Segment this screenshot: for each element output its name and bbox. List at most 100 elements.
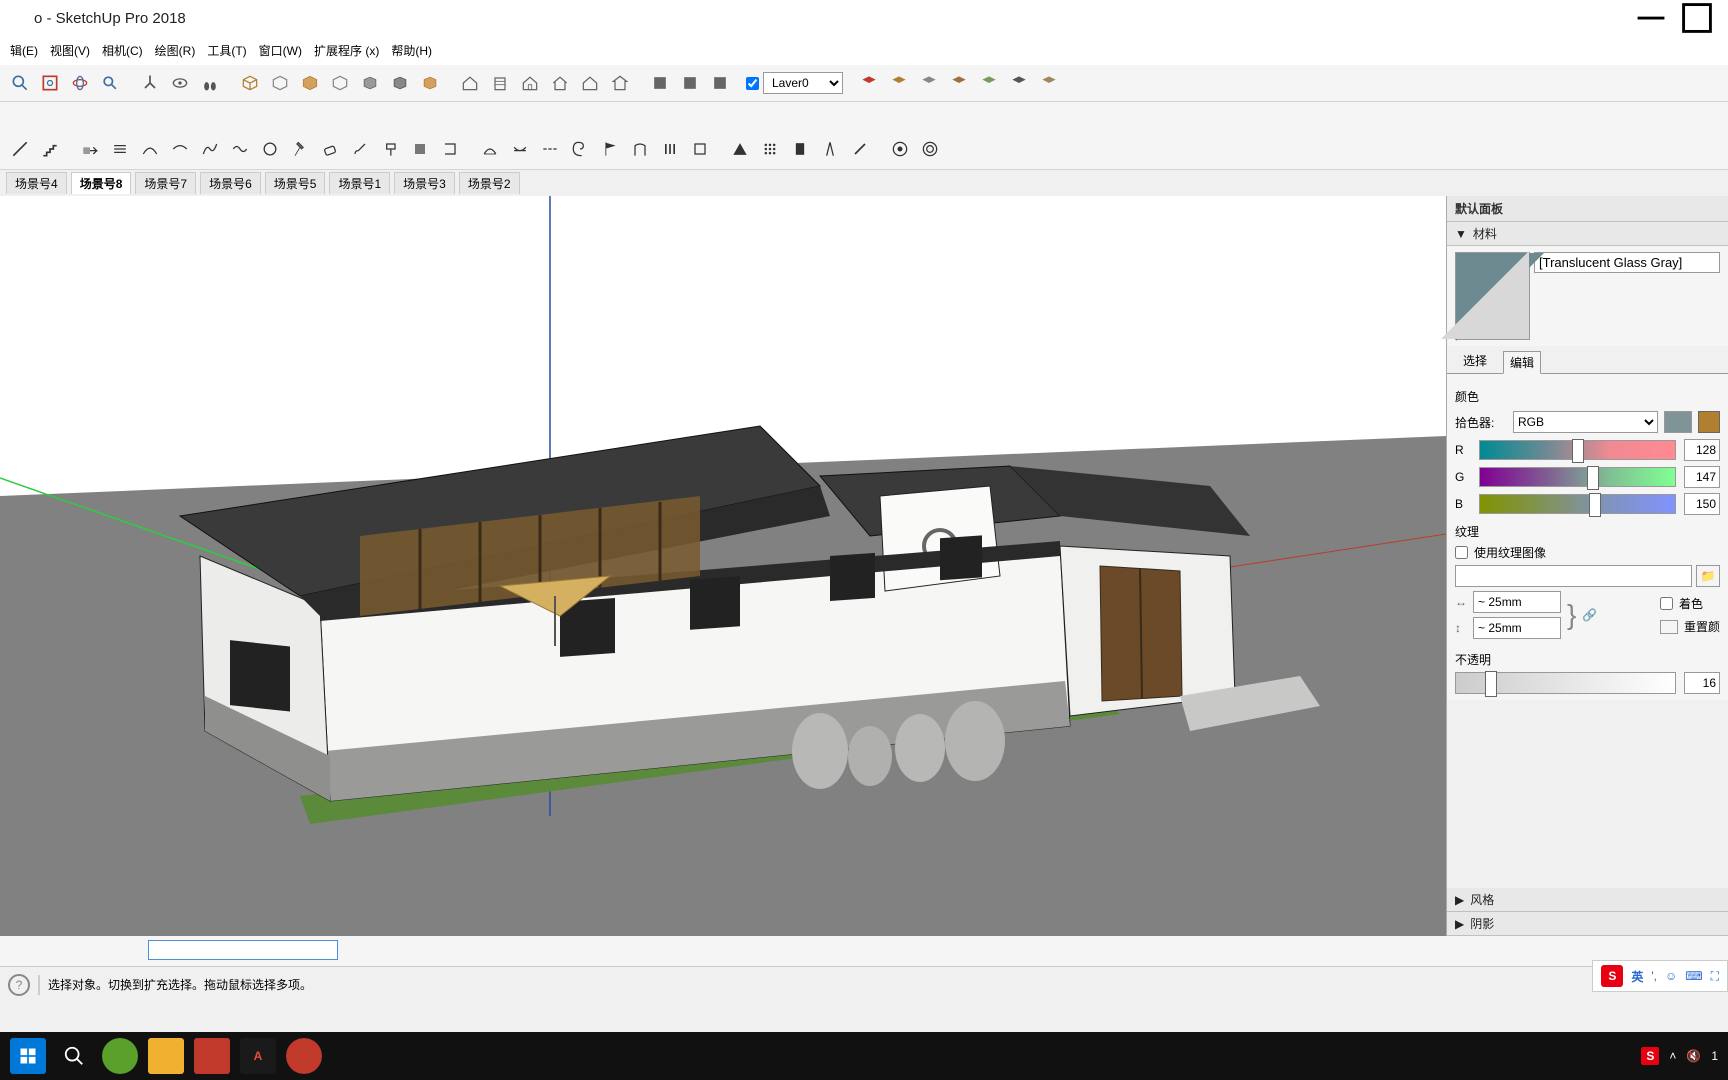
ime-keyboard-icon[interactable]: ⌨: [1685, 969, 1702, 983]
house-icon-3[interactable]: [546, 69, 574, 97]
materials-tab-select[interactable]: 选择: [1457, 350, 1493, 373]
scene-tab-1[interactable]: 场景号1: [329, 172, 390, 194]
ime-fullscreen-icon[interactable]: ⛶: [1711, 969, 1719, 984]
b-slider[interactable]: [1479, 494, 1676, 514]
r-slider[interactable]: [1479, 440, 1676, 460]
taskbar-app-dark[interactable]: A: [240, 1038, 276, 1074]
chain-link-icon[interactable]: 🔗: [1582, 608, 1597, 622]
panel-section-materials[interactable]: ▼ 材料: [1447, 222, 1728, 246]
layer-visible-checkbox[interactable]: [746, 77, 759, 90]
pen-icon[interactable]: [846, 135, 874, 163]
circle-ring-icon[interactable]: [916, 135, 944, 163]
color-picker-select[interactable]: RGB: [1513, 411, 1658, 433]
scene-tab-6[interactable]: 场景号6: [200, 172, 261, 194]
hammer-icon[interactable]: [286, 135, 314, 163]
arch-icon[interactable]: [476, 135, 504, 163]
dash-icon[interactable]: [536, 135, 564, 163]
b-input[interactable]: [1684, 493, 1720, 515]
menu-draw[interactable]: 绘图(R): [151, 40, 200, 61]
panel-section-shadows[interactable]: ▶ 阴影: [1447, 912, 1728, 936]
scene-tab-2[interactable]: 场景号2: [459, 172, 520, 194]
texture-path-input[interactable]: [1455, 565, 1692, 587]
scene-tab-3[interactable]: 场景号3: [394, 172, 455, 194]
darc-icon[interactable]: [506, 135, 534, 163]
cube-tool-7-icon[interactable]: [416, 69, 444, 97]
settings-icon[interactable]: [106, 135, 134, 163]
menu-tools[interactable]: 工具(T): [203, 40, 250, 61]
eyedropper-icon[interactable]: [1698, 411, 1720, 433]
scene-tab-4[interactable]: 场景号4: [6, 172, 67, 194]
r-input[interactable]: [1684, 439, 1720, 461]
tray-time[interactable]: 1: [1711, 1049, 1718, 1063]
zoom-tool-icon[interactable]: [6, 69, 34, 97]
use-texture-checkbox[interactable]: [1455, 546, 1468, 559]
maximize-button[interactable]: [1674, 2, 1720, 34]
texture-width-input[interactable]: [1473, 591, 1561, 613]
spiral-icon[interactable]: [566, 135, 594, 163]
position-camera-icon[interactable]: [136, 69, 164, 97]
panel-section-styles[interactable]: ▶ 风格: [1447, 888, 1728, 912]
taskbar[interactable]: A S ˄ 🔇 1: [0, 1032, 1728, 1080]
curve-icon[interactable]: [196, 135, 224, 163]
brush-icon[interactable]: [346, 135, 374, 163]
opacity-slider[interactable]: [1455, 672, 1676, 694]
material-preview[interactable]: [1455, 252, 1530, 340]
cube-tool-6-icon[interactable]: [386, 69, 414, 97]
orbit-tool-icon[interactable]: [66, 69, 94, 97]
ime-punct[interactable]: ',: [1651, 969, 1657, 983]
circle-icon[interactable]: [256, 135, 284, 163]
minimize-button[interactable]: [1628, 2, 1674, 34]
texture-height-input[interactable]: [1473, 617, 1561, 639]
gate-icon[interactable]: [626, 135, 654, 163]
menu-view[interactable]: 视图(V): [46, 40, 94, 61]
tile-red-icon[interactable]: [855, 69, 883, 97]
viewport-3d[interactable]: [0, 196, 1446, 936]
grid-icon-1[interactable]: [646, 69, 674, 97]
circle-target-icon[interactable]: [886, 135, 914, 163]
scene-tab-7[interactable]: 场景号7: [135, 172, 196, 194]
tray-sound-icon[interactable]: 🔇: [1686, 1049, 1701, 1063]
dots-grid-icon[interactable]: [756, 135, 784, 163]
help-icon[interactable]: ?: [8, 974, 30, 996]
menu-help[interactable]: 帮助(H): [387, 40, 436, 61]
taskbar-explorer-icon[interactable]: [148, 1038, 184, 1074]
house-icon-5[interactable]: [606, 69, 634, 97]
stairs-icon[interactable]: [36, 135, 64, 163]
pan-tool-icon[interactable]: [96, 69, 124, 97]
taskbar-app-red[interactable]: [286, 1038, 322, 1074]
color-swatch[interactable]: [1664, 411, 1692, 433]
tool-b-icon[interactable]: [436, 135, 464, 163]
pillars-icon[interactable]: [656, 135, 684, 163]
house-icon-2[interactable]: [516, 69, 544, 97]
house-icon-1[interactable]: [456, 69, 484, 97]
cube-tool-5-icon[interactable]: [356, 69, 384, 97]
wave-icon[interactable]: [226, 135, 254, 163]
ime-bar[interactable]: S 英 ', ☺ ⌨ ⛶: [1592, 960, 1728, 992]
cube-tool-4-icon[interactable]: [326, 69, 354, 97]
cube-tool-icon[interactable]: [236, 69, 264, 97]
building-icon[interactable]: [486, 69, 514, 97]
panel-header-default[interactable]: 默认面板: [1447, 196, 1728, 222]
menu-window[interactable]: 窗口(W): [255, 40, 306, 61]
zoom-extents-icon[interactable]: [36, 69, 64, 97]
ime-lang[interactable]: 英: [1631, 968, 1643, 985]
menu-edit[interactable]: 辑(E): [6, 40, 42, 61]
grid-icon-3[interactable]: [706, 69, 734, 97]
colorize-checkbox[interactable]: [1660, 597, 1673, 610]
walk-tool-icon[interactable]: [196, 69, 224, 97]
reset-color-button[interactable]: [1660, 620, 1678, 634]
browse-texture-button[interactable]: 📁: [1696, 565, 1720, 587]
plane-icon[interactable]: [76, 135, 104, 163]
layer-select[interactable]: Laver0: [763, 72, 843, 94]
tile-extra-icon[interactable]: [1035, 69, 1063, 97]
block-icon[interactable]: [786, 135, 814, 163]
g-input[interactable]: [1684, 466, 1720, 488]
tool-a-icon[interactable]: [406, 135, 434, 163]
start-button[interactable]: [10, 1038, 46, 1074]
compass-icon[interactable]: [816, 135, 844, 163]
house-icon-4[interactable]: [576, 69, 604, 97]
g-slider[interactable]: [1479, 467, 1676, 487]
triangle-icon[interactable]: [726, 135, 754, 163]
paint-icon[interactable]: [376, 135, 404, 163]
line-icon[interactable]: [6, 135, 34, 163]
